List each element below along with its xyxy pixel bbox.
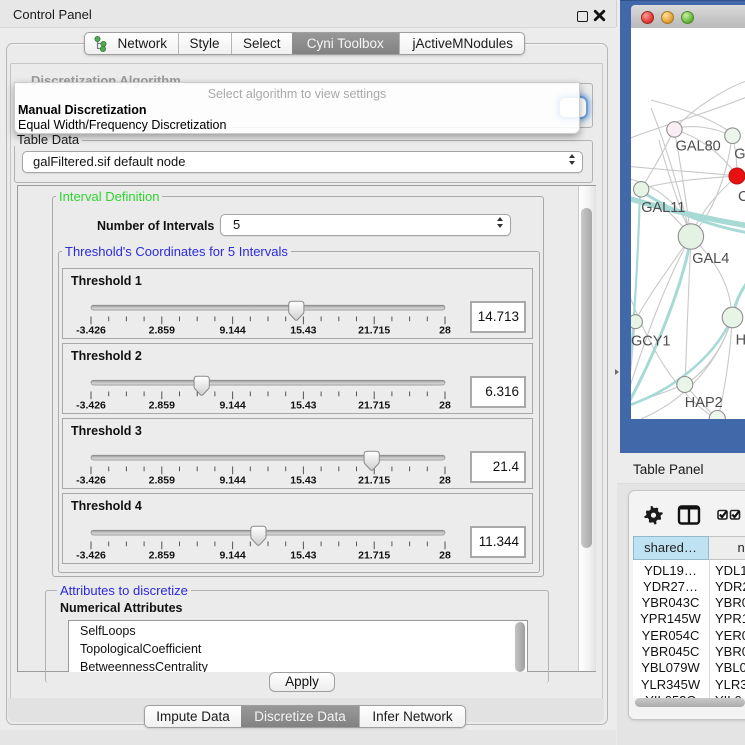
svg-text:9.144: 9.144 bbox=[219, 550, 245, 562]
svg-text:9.144: 9.144 bbox=[219, 475, 245, 487]
svg-text:-3.426: -3.426 bbox=[76, 475, 106, 487]
svg-text:GAL4: GAL4 bbox=[692, 251, 729, 267]
svg-text:-3.426: -3.426 bbox=[76, 550, 106, 562]
svg-text:21.715: 21.715 bbox=[358, 550, 390, 562]
svg-text:GCY1: GCY1 bbox=[631, 334, 671, 350]
svg-text:28: 28 bbox=[439, 325, 451, 337]
svg-text:2.859: 2.859 bbox=[149, 475, 175, 487]
svg-text:2.859: 2.859 bbox=[149, 325, 175, 337]
svg-text:-3.426: -3.426 bbox=[76, 325, 106, 337]
svg-text:15.43: 15.43 bbox=[290, 550, 316, 562]
svg-text:15.43: 15.43 bbox=[290, 475, 316, 487]
svg-text:HAP2: HAP2 bbox=[685, 395, 723, 411]
svg-text:15.43: 15.43 bbox=[290, 400, 316, 412]
svg-text:9.144: 9.144 bbox=[219, 325, 245, 337]
svg-text:GAL11: GAL11 bbox=[641, 200, 685, 216]
svg-text:2.859: 2.859 bbox=[149, 400, 175, 412]
svg-text:2.859: 2.859 bbox=[149, 550, 175, 562]
svg-text:21.715: 21.715 bbox=[358, 325, 390, 337]
svg-text:28: 28 bbox=[439, 550, 451, 562]
svg-text:GA: GA bbox=[734, 147, 745, 163]
svg-text:28: 28 bbox=[439, 475, 451, 487]
svg-text:15.43: 15.43 bbox=[290, 325, 316, 337]
svg-text:21.715: 21.715 bbox=[358, 475, 390, 487]
svg-text:H: H bbox=[736, 333, 745, 349]
svg-text:9.144: 9.144 bbox=[219, 400, 245, 412]
svg-text:-3.426: -3.426 bbox=[76, 400, 106, 412]
svg-text:28: 28 bbox=[439, 400, 451, 412]
svg-text:21.715: 21.715 bbox=[358, 400, 390, 412]
svg-text:GAL80: GAL80 bbox=[676, 139, 721, 155]
svg-text:C: C bbox=[738, 189, 745, 205]
